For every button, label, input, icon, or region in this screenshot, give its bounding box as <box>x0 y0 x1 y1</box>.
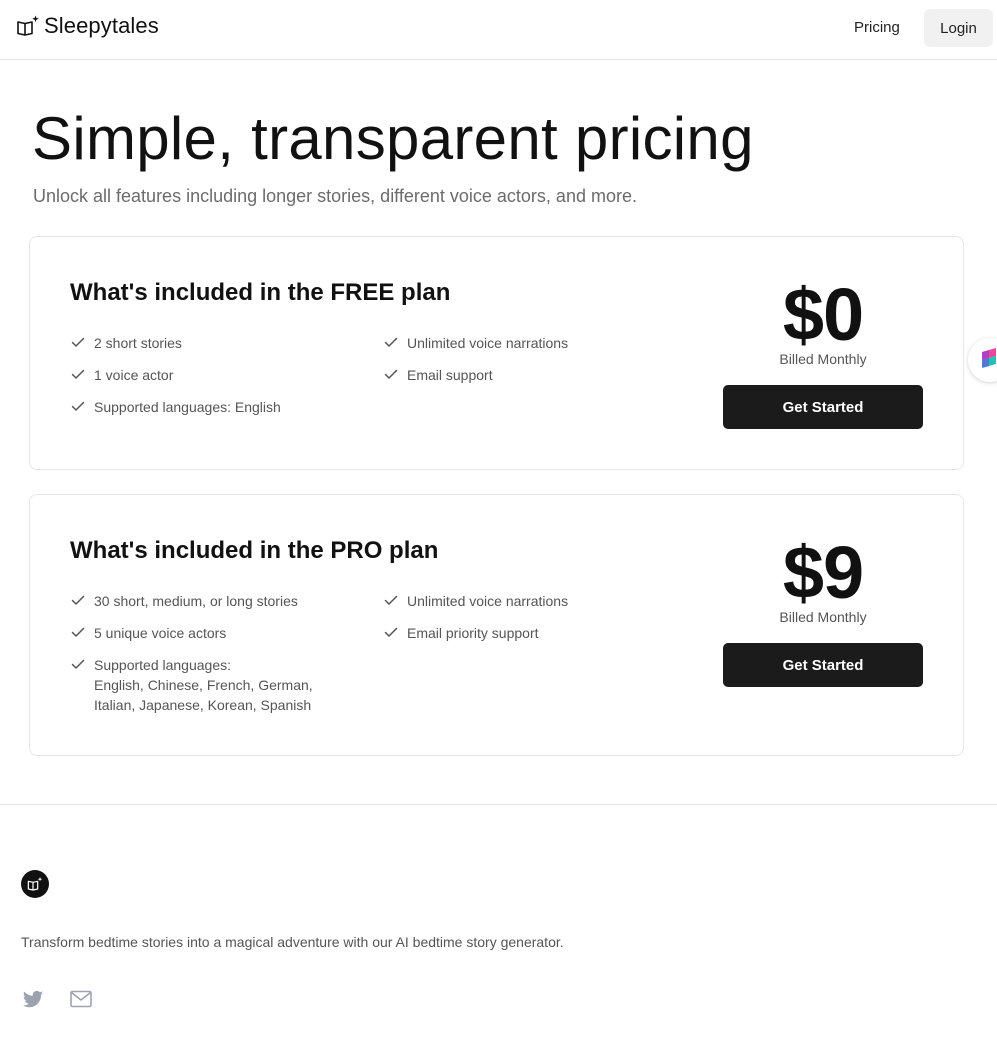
languages-line-2: Italian, Japanese, Korean, Spanish <box>94 697 312 713</box>
free-feature-languages: Supported languages: English <box>70 397 281 417</box>
pro-feature-languages: Supported languages: English, Chinese, F… <box>70 655 313 715</box>
free-feature-narrations: Unlimited voice narrations <box>383 333 568 353</box>
check-icon <box>71 659 85 669</box>
login-button[interactable]: Login <box>924 9 993 47</box>
book-sparkle-icon <box>27 877 43 891</box>
footer-tagline: Transform bedtime stories into a magical… <box>21 934 564 950</box>
free-plan-price: $0 <box>782 273 864 356</box>
pro-feature-priority-support: Email priority support <box>383 623 539 643</box>
feature-text: 5 unique voice actors <box>94 625 227 641</box>
check-icon <box>71 627 85 637</box>
free-feature-email-support: Email support <box>383 365 493 385</box>
pro-feature-narrations: Unlimited voice narrations <box>383 591 568 611</box>
pro-get-started-button[interactable]: Get Started <box>723 643 923 687</box>
free-get-started-button[interactable]: Get Started <box>723 385 923 429</box>
pro-feature-voice-actors: 5 unique voice actors <box>70 623 226 643</box>
feature-text: 1 voice actor <box>94 367 174 383</box>
feature-text: Unlimited voice narrations <box>407 593 569 609</box>
page-title: Simple, transparent pricing <box>32 105 754 172</box>
feature-text: Email priority support <box>407 625 539 641</box>
site-footer: Transform bedtime stories into a magical… <box>0 804 997 1041</box>
pro-plan-card: What's included in the PRO plan 30 short… <box>29 494 964 756</box>
languages-line-1: English, Chinese, French, German, <box>94 677 313 693</box>
footer-logo[interactable] <box>21 870 49 898</box>
top-navbar: Sleepytales Pricing Login <box>0 0 997 60</box>
check-icon <box>71 595 85 605</box>
feature-text: Email support <box>407 367 493 383</box>
feature-text: Unlimited voice narrations <box>407 335 569 351</box>
check-icon <box>384 369 398 379</box>
free-feature-stories: 2 short stories <box>70 333 182 353</box>
twitter-icon <box>23 990 43 1008</box>
languages-label: Supported languages: <box>94 657 231 673</box>
pro-feature-stories: 30 short, medium, or long stories <box>70 591 298 611</box>
email-link[interactable] <box>69 987 93 1011</box>
free-plan-title: What's included in the FREE plan <box>70 279 451 306</box>
brand-name: Sleepytales <box>44 13 159 38</box>
check-icon <box>384 337 398 347</box>
feature-text: 30 short, medium, or long stories <box>94 593 298 609</box>
page-subtitle: Unlock all features including longer sto… <box>33 186 637 206</box>
mail-icon <box>70 990 92 1008</box>
nav-link-pricing[interactable]: Pricing <box>854 19 900 36</box>
check-icon <box>71 369 85 379</box>
floating-widget-button[interactable] <box>968 338 997 382</box>
free-plan-billing: Billed Monthly <box>779 351 867 367</box>
feature-text: 2 short stories <box>94 335 182 351</box>
check-icon <box>384 595 398 605</box>
pro-plan-title: What's included in the PRO plan <box>70 537 439 564</box>
check-icon <box>71 337 85 347</box>
brand-logo-link[interactable]: Sleepytales <box>16 13 159 39</box>
pro-plan-billing: Billed Monthly <box>779 609 867 625</box>
check-icon <box>71 401 85 411</box>
free-plan-card: What's included in the FREE plan 2 short… <box>29 236 964 470</box>
book-sparkle-icon <box>17 15 39 36</box>
twitter-link[interactable] <box>21 987 45 1011</box>
feature-text: Supported languages: English <box>94 399 281 415</box>
languages-block: Supported languages: English, Chinese, F… <box>94 655 313 715</box>
pro-plan-price: $9 <box>782 531 864 614</box>
free-feature-voice-actor: 1 voice actor <box>70 365 173 385</box>
widget-logo-icon <box>982 348 996 368</box>
check-icon <box>384 627 398 637</box>
